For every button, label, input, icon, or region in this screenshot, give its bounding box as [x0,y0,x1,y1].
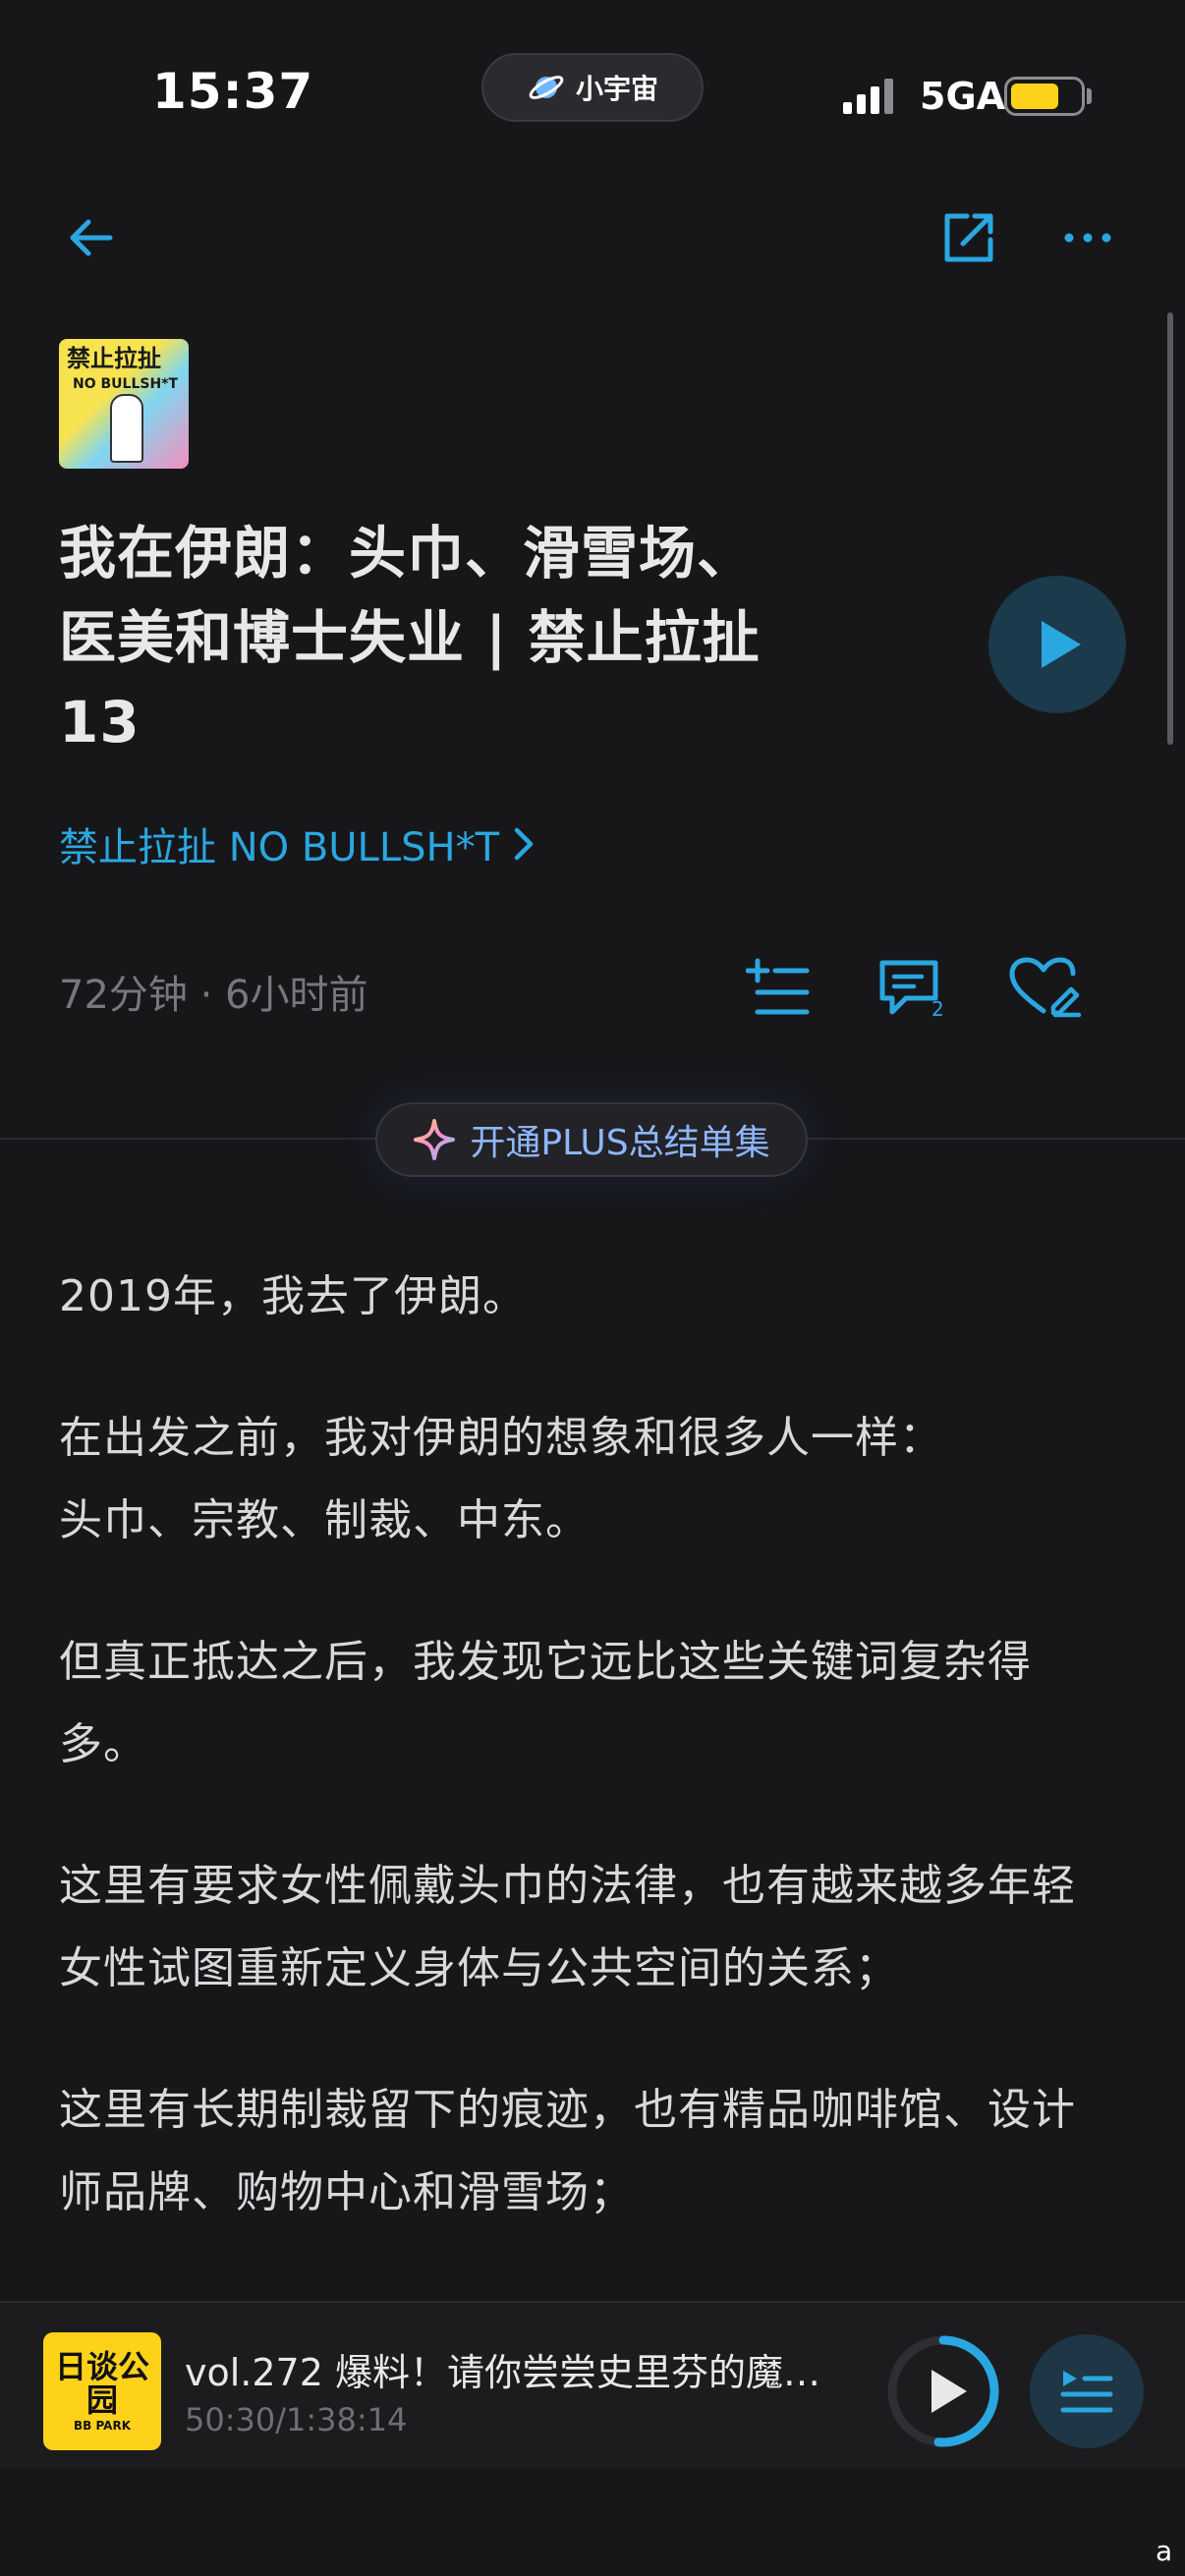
sparkle-icon [414,1119,456,1160]
island-label: 小宇宙 [575,73,658,105]
chevron-right-icon [514,827,534,861]
progress-ring [887,2335,999,2447]
playlist-icon [1060,2371,1113,2413]
show-notes-paragraph: 这里有长期制裁留下的痕迹，也有精品咖啡馆、设计师品牌、购物中心和滑雪场； [59,2085,1076,2217]
network-type: 5GA [920,75,1006,118]
corner-mark: a [1156,2535,1173,2567]
mini-cover-title: 日谈公园 [54,2348,149,2419]
heart-edit-icon [1009,957,1082,1018]
mini-player[interactable]: 日谈公园 BB PARK vol.272 爆料！请你尝尝史里芬的魔幻... 50… [0,2301,1185,2468]
mini-cover-subtitle: BB PARK [74,2419,131,2433]
more-dots-icon [1064,233,1111,243]
show-notes-paragraph: 2019年，我去了伊朗。 [59,1271,527,1321]
comments-button[interactable]: 2 [873,953,951,1022]
mini-player-cover[interactable]: 日谈公园 BB PARK [43,2332,161,2450]
show-notes-paragraph: 在出发之前，我对伊朗的想象和很多人一样： 头巾、宗教、制裁、中东。 [59,1413,943,1545]
play-icon [1042,621,1081,668]
podcast-name: 禁止拉扯 NO BULLSH*T [59,825,500,870]
podcast-cover[interactable]: 禁止拉扯 NO BULLSH*T [59,339,189,469]
cover-illustration [110,394,143,463]
mini-player-time: 50:30/1:38:14 [185,2401,408,2438]
planet-icon [529,76,564,99]
podcast-link[interactable]: 禁止拉扯 NO BULLSH*T [59,815,535,872]
comment-count: 2 [931,997,944,1020]
battery-level [1011,84,1058,109]
play-icon [931,2370,967,2413]
show-notes-paragraph: 但真正抵达之后，我发现它远比这些关键词复杂得多。 [59,1637,1032,1769]
show-notes: 2019年，我去了伊朗。 在出发之前，我对伊朗的想象和很多人一样： 头巾、宗教、… [59,1256,1100,2293]
plus-summary-label: 开通PLUS总结单集 [470,1123,770,1163]
episode-title-line: 我在伊朗：头巾、滑雪场、 [59,520,756,587]
battery-icon [1004,77,1085,116]
show-notes-paragraph: 这里有要求女性佩戴头巾的法律，也有越来越多年轻女性试图重新定义身体与公共空间的关… [59,1861,1076,1993]
comment-icon: 2 [879,960,944,1020]
episode-title-line: 13 [59,689,141,756]
share-button[interactable] [939,208,998,271]
plus-summary-button[interactable]: 开通PLUS总结单集 [375,1102,808,1177]
more-button[interactable] [1063,226,1112,253]
share-external-icon [944,213,993,262]
status-time: 15:37 [152,63,314,120]
add-to-list-icon [746,958,810,1015]
cover-subtitle: NO BULLSH*T [73,376,179,392]
signal-icon [843,79,893,114]
back-button[interactable] [65,212,116,267]
episode-meta: 72分钟 · 6小时前 [59,973,368,1018]
mini-play-button[interactable] [884,2332,1002,2450]
dynamic-island[interactable]: 小宇宙 [481,53,704,122]
scrollbar[interactable] [1167,312,1173,745]
playlist-button[interactable] [1030,2334,1144,2448]
arrow-left-icon [70,219,113,256]
add-to-playlist-button[interactable] [739,953,818,1022]
battery-cap [1087,88,1092,104]
cover-title: 禁止拉扯 [67,345,161,372]
mini-player-title[interactable]: vol.272 爆料！请你尝尝史里芬的魔幻... [185,2342,853,2396]
episode-page: 15:37 小宇宙 5GA 禁止拉扯 NO BULLSH*T 我在伊朗：头巾、滑… [0,0,1185,2576]
episode-title: 我在伊朗：头巾、滑雪场、 医美和博士失业 | 禁止拉扯 13 [59,511,806,764]
episode-title-line: 医美和博士失业 | 禁止拉扯 [59,604,761,671]
favorite-button[interactable] [1006,953,1085,1022]
play-episode-button[interactable] [988,576,1126,713]
